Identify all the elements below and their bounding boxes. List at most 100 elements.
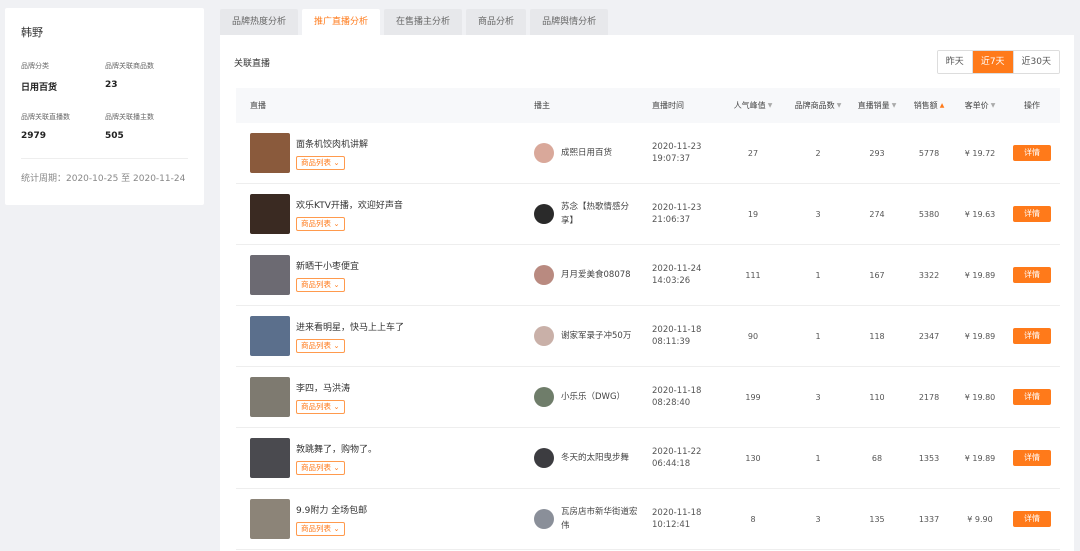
table-row: 敦跳舞了，购物了。 商品列表 ⌄ 冬天的太阳曳步舞 2020-11-22 06:… (236, 428, 1060, 489)
divider (21, 158, 188, 159)
detail-button[interactable]: 详情 (1013, 328, 1051, 344)
live-thumbnail[interactable] (250, 499, 290, 539)
popularity-value: 130 (745, 453, 761, 463)
tab-brand-heat[interactable]: 品牌热度分析 (220, 9, 299, 35)
stat-label: 品牌关联直播数 (21, 113, 70, 121)
detail-button[interactable]: 详情 (1013, 206, 1051, 222)
stat-value: 23 (105, 80, 118, 90)
product-list-button[interactable]: 商品列表 ⌄ (296, 216, 345, 231)
live-date: 2020-11-18 (652, 386, 702, 396)
unit-price-value: ¥ 19.89 (964, 453, 996, 463)
stat-value: 2979 (21, 131, 47, 141)
host-cell: 成熙日用百货 (534, 143, 652, 163)
avatar[interactable] (534, 204, 554, 224)
live-sales-value: 293 (869, 148, 885, 158)
live-sales-value: 167 (869, 270, 885, 280)
tab-products[interactable]: 商品分析 (466, 9, 527, 35)
live-thumbnail[interactable] (250, 438, 290, 478)
brand-stats: 品牌分类 日用百货 品牌关联商品数 23 品牌关联直播数 2979 品牌关联播主… (21, 61, 188, 141)
col-brand-products[interactable]: 品牌商品数 ▼ (786, 100, 850, 111)
sales-amount-value: 3322 (918, 270, 940, 280)
avatar[interactable] (534, 143, 554, 163)
tab-sentiment[interactable]: 品牌舆情分析 (530, 9, 609, 35)
live-title[interactable]: 9.9附力 全场包邮 (296, 503, 367, 516)
live-clock: 10:12:41 (652, 520, 691, 530)
product-list-button[interactable]: 商品列表 ⌄ (296, 399, 345, 414)
live-title[interactable]: 敦跳舞了，购物了。 (296, 442, 377, 455)
range-7days-button[interactable]: 近7天 (972, 51, 1014, 73)
live-title[interactable]: 李四，马洪涛 (296, 381, 350, 394)
avatar[interactable] (534, 509, 554, 529)
col-brand-products-label: 品牌商品数 (794, 101, 835, 110)
live-date: 2020-11-23 (652, 142, 702, 152)
live-title[interactable]: 进来看明星，快马上上车了 (296, 320, 404, 333)
product-list-button[interactable]: 商品列表 ⌄ (296, 277, 345, 292)
brand-products-value: 2 (815, 148, 821, 158)
detail-button[interactable]: 详情 (1013, 145, 1051, 161)
time-cell: 2020-11-23 19:07:37 (652, 141, 720, 165)
brand-products-value: 1 (815, 453, 821, 463)
live-cell: 李四，马洪涛 商品列表 ⌄ (236, 377, 534, 417)
sales-amount-value: 1337 (918, 514, 940, 524)
col-live-sales[interactable]: 直播销量 ▼ (850, 100, 904, 111)
table-row: 欢乐KTV开播，欢迎好声音 商品列表 ⌄ 苏念【热歌情感分享】 2020-11-… (236, 184, 1060, 245)
avatar[interactable] (534, 326, 554, 346)
avatar[interactable] (534, 387, 554, 407)
live-thumbnail[interactable] (250, 377, 290, 417)
stat-lives: 品牌关联直播数 2979 (21, 112, 105, 141)
live-thumbnail[interactable] (250, 316, 290, 356)
operation-cell: 详情 (1006, 206, 1058, 222)
col-host: 播主 (534, 101, 550, 110)
product-list-button[interactable]: 商品列表 ⌄ (296, 521, 345, 536)
live-info: 进来看明星，快马上上车了 商品列表 ⌄ (296, 320, 404, 353)
brand-summary-card: 韩野 品牌分类 日用百货 品牌关联商品数 23 品牌关联直播数 2979 品牌关… (5, 8, 204, 205)
detail-button[interactable]: 详情 (1013, 267, 1051, 283)
live-info: 李四，马洪涛 商品列表 ⌄ (296, 381, 350, 414)
detail-button[interactable]: 详情 (1013, 511, 1051, 527)
time-cell: 2020-11-18 08:11:39 (652, 324, 720, 348)
time-cell: 2020-11-23 21:06:37 (652, 202, 720, 226)
product-list-button[interactable]: 商品列表 ⌄ (296, 155, 345, 170)
detail-button[interactable]: 详情 (1013, 389, 1051, 405)
host-name[interactable]: 瓦房店市新华街道宏伟 (561, 505, 641, 533)
section-title: 关联直播 (234, 59, 271, 69)
live-title[interactable]: 面条机饺肉机讲解 (296, 137, 368, 150)
col-popularity[interactable]: 人气峰值 ▼ (720, 100, 786, 111)
live-thumbnail[interactable] (250, 133, 290, 173)
live-clock: 06:44:18 (652, 459, 691, 469)
avatar[interactable] (534, 448, 554, 468)
live-sales-value: 68 (871, 453, 883, 463)
range-30days-button[interactable]: 近30天 (1013, 51, 1059, 73)
live-thumbnail[interactable] (250, 255, 290, 295)
table-header: 直播 播主 直播时间 人气峰值 ▼ 品牌商品数 ▼ 直播销量 ▼ 销售额 ▲ 客单价 ▼ … (236, 88, 1060, 123)
live-title[interactable]: 新晒干小枣便宜 (296, 259, 359, 272)
host-name[interactable]: 小乐乐（DWG） (561, 390, 641, 404)
product-list-button[interactable]: 商品列表 ⌄ (296, 338, 345, 353)
tab-selling-hosts[interactable]: 在售播主分析 (384, 9, 463, 35)
brand-name: 韩野 (21, 26, 43, 39)
live-clock: 19:07:37 (652, 154, 691, 164)
operation-cell: 详情 (1006, 145, 1058, 161)
live-title[interactable]: 欢乐KTV开播，欢迎好声音 (296, 198, 403, 211)
unit-price-value: ¥ 19.89 (964, 270, 996, 280)
host-name[interactable]: 谢家军录子冲50万 (561, 329, 641, 343)
detail-button[interactable]: 详情 (1013, 450, 1051, 466)
avatar[interactable] (534, 265, 554, 285)
live-date: 2020-11-18 (652, 325, 702, 335)
live-cell: 敦跳舞了，购物了。 商品列表 ⌄ (236, 438, 534, 478)
col-unit-price[interactable]: 客单价 ▼ (954, 100, 1006, 111)
time-cell: 2020-11-18 10:12:41 (652, 507, 720, 531)
range-yesterday-button[interactable]: 昨天 (937, 51, 973, 73)
host-name[interactable]: 月月爱美食08078 (561, 268, 641, 282)
col-live: 直播 (250, 101, 266, 110)
live-thumbnail[interactable] (250, 194, 290, 234)
host-name[interactable]: 成熙日用百货 (561, 146, 641, 160)
col-sales-amount[interactable]: 销售额 ▲ (904, 100, 954, 111)
table-row: 李四，马洪涛 商品列表 ⌄ 小乐乐（DWG） 2020-11-18 08:28:… (236, 367, 1060, 428)
product-list-button[interactable]: 商品列表 ⌄ (296, 460, 345, 475)
tab-promo-live[interactable]: 推广直播分析 (302, 9, 381, 35)
host-name[interactable]: 苏念【热歌情感分享】 (561, 200, 641, 228)
live-info: 9.9附力 全场包邮 商品列表 ⌄ (296, 503, 367, 536)
host-name[interactable]: 冬天的太阳曳步舞 (561, 451, 641, 465)
unit-price-value: ¥ 19.63 (964, 209, 996, 219)
